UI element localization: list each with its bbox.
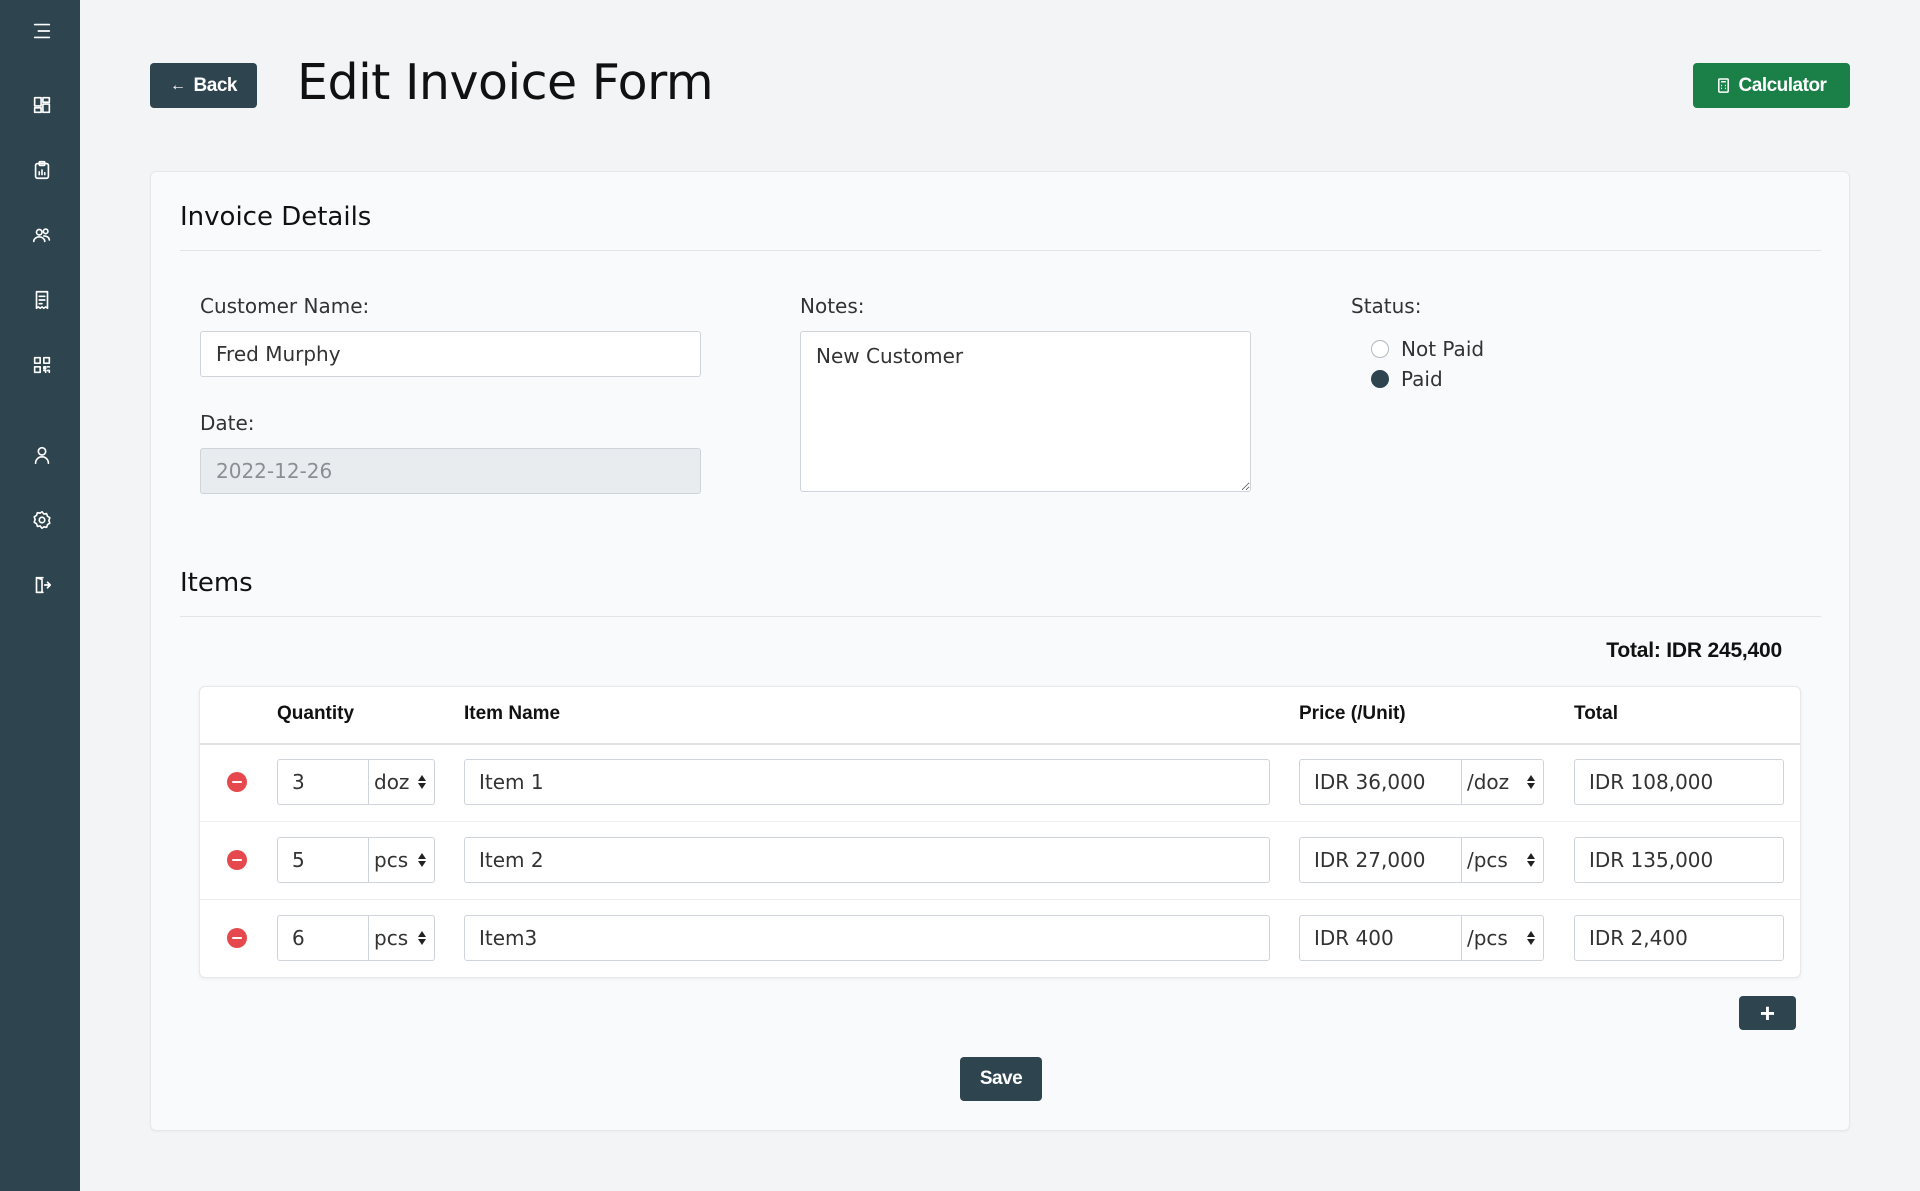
back-button[interactable]: ← Back [150,63,257,108]
row-divider [200,821,1800,822]
sidebar [0,0,80,1191]
column-header-total: Total [1574,703,1618,724]
clipboard-report-icon[interactable] [28,156,56,184]
customer-name-input[interactable] [200,331,701,377]
unit-select-value: pcs [374,848,409,872]
row-divider [200,899,1800,900]
customer-name-label: Customer Name: [200,294,370,318]
quantity-input[interactable]: 3 [277,759,369,805]
invoice-icon[interactable] [28,286,56,314]
unit-select[interactable]: doz [369,759,435,805]
items-table: Quantity Item Name Price (/Unit) Total 3… [199,686,1801,978]
settings-icon[interactable] [28,506,56,534]
radio-paid[interactable] [1371,370,1389,388]
line-total-field: IDR 135,000 [1574,837,1784,883]
remove-item-button[interactable] [227,772,247,792]
notes-label: Notes: [800,294,865,318]
column-header-price: Price (/Unit) [1299,703,1406,724]
price-input[interactable]: IDR 400 [1299,915,1462,961]
divider [180,616,1821,617]
status-option-label: Paid [1401,367,1443,391]
status-option-paid[interactable]: Paid [1371,367,1443,391]
column-header-item-name: Item Name [464,703,561,724]
column-header-quantity: Quantity [277,703,355,724]
divider [180,250,1821,251]
price-unit-select[interactable]: /doz [1462,759,1544,805]
status-label: Status: [1351,294,1422,318]
select-caret-icon [1527,930,1535,946]
price-unit-value: /pcs [1467,848,1508,872]
arrow-left-icon: ← [170,76,186,94]
price-unit-value: /pcs [1467,926,1508,950]
price-unit-select[interactable]: /pcs [1462,915,1544,961]
unit-select-value: doz [374,770,410,794]
line-total-field: IDR 108,000 [1574,759,1784,805]
radio-not-paid[interactable] [1371,340,1389,358]
qr-code-icon[interactable] [28,351,56,379]
status-option-not-paid[interactable]: Not Paid [1371,337,1484,361]
date-input [200,448,701,494]
invoice-card: Invoice Details Customer Name: Date: Not… [150,171,1850,1131]
add-item-button[interactable]: + [1739,996,1796,1030]
logout-icon[interactable] [28,571,56,599]
users-icon[interactable] [28,221,56,249]
item-name-input[interactable]: Item 1 [464,759,1270,805]
dashboard-icon[interactable] [28,91,56,119]
back-button-label: Back [193,74,238,96]
page-title: Edit Invoice Form [297,54,714,111]
item-name-input[interactable]: Item3 [464,915,1270,961]
calculator-icon [1717,78,1729,93]
user-icon[interactable] [28,441,56,469]
price-unit-select[interactable]: /pcs [1462,837,1544,883]
menu-icon[interactable] [28,17,56,45]
status-option-label: Not Paid [1401,337,1485,361]
quantity-input[interactable]: 6 [277,915,369,961]
price-unit-value: /doz [1467,770,1510,794]
select-caret-icon [418,774,426,790]
select-caret-icon [1527,774,1535,790]
table-header-divider [200,743,1800,745]
invoice-details-title: Invoice Details [180,202,372,232]
items-title: Items [180,568,253,598]
unit-select-value: pcs [374,926,409,950]
grand-total: Total: IDR 245,400 [1606,639,1782,662]
unit-select[interactable]: pcs [369,837,435,883]
item-name-input[interactable]: Item 2 [464,837,1270,883]
save-button[interactable]: Save [960,1057,1042,1101]
date-label: Date: [200,411,255,435]
select-caret-icon [418,852,426,868]
price-input[interactable]: IDR 27,000 [1299,837,1462,883]
price-input[interactable]: IDR 36,000 [1299,759,1462,805]
calculator-button-label: Calculator [1738,74,1827,96]
remove-item-button[interactable] [227,850,247,870]
unit-select[interactable]: pcs [369,915,435,961]
line-total-field: IDR 2,400 [1574,915,1784,961]
select-caret-icon [418,930,426,946]
remove-item-button[interactable] [227,928,247,948]
select-caret-icon [1527,852,1535,868]
notes-textarea[interactable]: New Customer [800,331,1251,492]
quantity-input[interactable]: 5 [277,837,369,883]
calculator-button[interactable]: Calculator [1693,63,1850,108]
